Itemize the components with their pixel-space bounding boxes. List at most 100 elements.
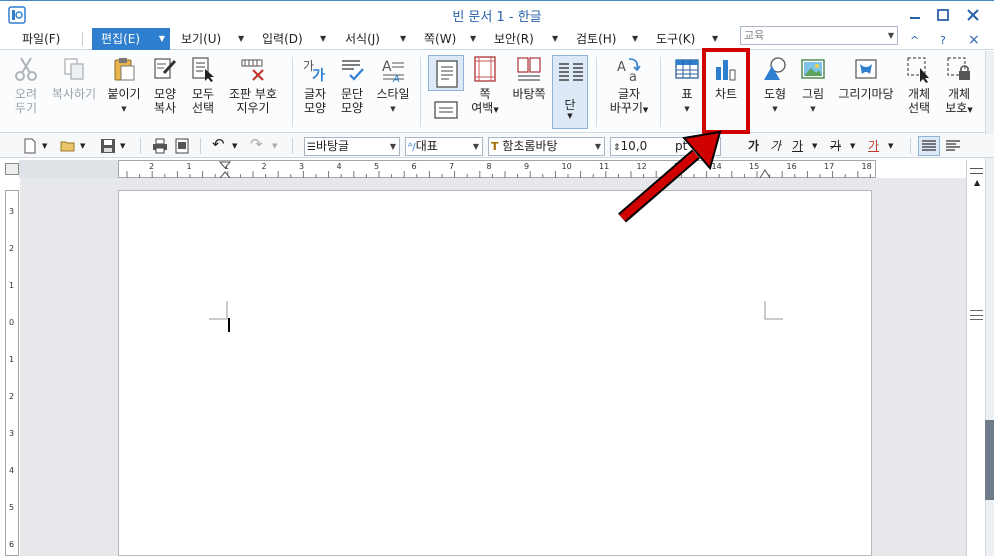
- ribbon-collapse-icon[interactable]: ^: [910, 34, 919, 47]
- menu-insert[interactable]: 입력(D): [262, 30, 303, 48]
- columns-label: 단: [564, 98, 576, 112]
- close-icon[interactable]: [960, 5, 986, 25]
- clear-codes-button[interactable]: 조판 부호 지우기: [224, 55, 282, 115]
- menu-page-arrow[interactable]: ▼: [470, 30, 476, 48]
- help-icon[interactable]: ?: [940, 34, 946, 47]
- menu-insert-arrow[interactable]: ▼: [320, 30, 326, 48]
- redo-icon[interactable]: ↷: [250, 136, 263, 152]
- minimize-icon[interactable]: [902, 5, 928, 25]
- menu-edit[interactable]: 편집(E): [92, 28, 154, 50]
- horizontal-ruler[interactable]: 21123456789101112131415161718: [118, 160, 876, 179]
- replace-char-button[interactable]: A a 글자 바꾸기▼: [606, 55, 652, 117]
- menu-review-arrow[interactable]: ▼: [632, 30, 638, 48]
- chevron-down-icon[interactable]: ▼: [798, 102, 828, 116]
- columns-button[interactable]: 단 ▼: [552, 55, 588, 129]
- bold-button[interactable]: 가: [748, 138, 759, 154]
- picture-button[interactable]: 그림 ▼: [798, 55, 828, 116]
- chevron-down-icon[interactable]: ▼: [473, 138, 479, 155]
- chevron-down-icon[interactable]: ▼: [232, 138, 237, 154]
- chevron-down-icon[interactable]: ▼: [390, 138, 396, 155]
- underline-button[interactable]: 가: [792, 138, 803, 154]
- align-left-icon[interactable]: [946, 140, 960, 152]
- page-margin-button[interactable]: 쪽 여백▼: [470, 55, 500, 117]
- menu-file[interactable]: 파일(F): [22, 30, 60, 48]
- char-shape-button[interactable]: 가 가 글자 모양: [300, 55, 330, 115]
- clear-codes-label-1: 조판 부호: [229, 87, 277, 101]
- indent-marker-icon[interactable]: [219, 161, 231, 179]
- style-select[interactable]: ☰바탕글 ▼: [304, 137, 400, 156]
- shape-button[interactable]: 도형 ▼: [760, 55, 790, 116]
- para-shape-label-1: 문단: [340, 87, 364, 101]
- menu-tools[interactable]: 도구(K): [656, 30, 695, 48]
- style-button[interactable]: A A 스타일 ▼: [374, 55, 412, 116]
- menu-view[interactable]: 보기(U): [181, 30, 221, 48]
- font-color-button[interactable]: 가: [868, 138, 879, 154]
- side-panel-toggle[interactable]: [985, 420, 994, 500]
- chevron-down-icon[interactable]: ▼: [80, 138, 85, 154]
- drawing-gallery-button[interactable]: 그리기마당: [834, 55, 898, 101]
- chevron-down-icon[interactable]: ▼: [850, 138, 855, 154]
- chevron-down-icon[interactable]: ▼: [120, 138, 125, 154]
- chevron-down-icon[interactable]: ▼: [672, 102, 702, 116]
- chevron-down-icon[interactable]: ▼: [42, 138, 47, 154]
- object-select-label-2: 선택: [907, 101, 931, 115]
- table-button[interactable]: 표 ▼: [672, 55, 702, 116]
- chevron-down-icon[interactable]: ▼: [374, 102, 412, 116]
- format-painter-button[interactable]: 모양 복사: [150, 55, 180, 115]
- doc-close-icon[interactable]: ×: [968, 32, 980, 48]
- ruler-label: 1: [186, 162, 192, 171]
- page-view-toggle[interactable]: [428, 55, 464, 91]
- vertical-ruler[interactable]: 3 2 1 0 1 2 3 4 5 6: [5, 190, 19, 556]
- menu-edit-arrow[interactable]: ▼: [154, 28, 170, 50]
- paste-button[interactable]: 붙이기 ▼: [106, 55, 142, 116]
- new-document-icon[interactable]: [22, 138, 38, 154]
- menu-security[interactable]: 보안(R): [494, 30, 534, 48]
- print-icon[interactable]: [152, 138, 168, 154]
- landscape-view-toggle[interactable]: [428, 95, 464, 125]
- strikethrough-button[interactable]: 가: [830, 138, 841, 154]
- scroll-thumb[interactable]: [970, 310, 983, 320]
- menu-view-arrow[interactable]: ▼: [238, 30, 244, 48]
- chevron-down-icon[interactable]: ▼: [888, 138, 893, 154]
- menu-security-arrow[interactable]: ▼: [552, 30, 558, 48]
- maximize-icon[interactable]: [930, 5, 956, 25]
- ribbon-separator: [660, 57, 661, 127]
- menu-tools-arrow[interactable]: ▼: [712, 30, 718, 48]
- copy-button[interactable]: 복사하기: [48, 55, 100, 101]
- chevron-down-icon[interactable]: ▼: [888, 27, 894, 44]
- document-page[interactable]: [118, 190, 872, 556]
- object-select-button[interactable]: 개체 선택: [904, 55, 934, 115]
- chevron-down-icon[interactable]: ▼: [106, 102, 142, 116]
- undo-icon[interactable]: ↶: [212, 136, 225, 152]
- vertical-scrollbar[interactable]: ▲: [966, 160, 985, 556]
- paste-icon: [114, 58, 135, 81]
- justify-button[interactable]: [918, 136, 940, 156]
- font-select[interactable]: T 함초롬바탕 ▼: [488, 137, 605, 156]
- open-folder-icon[interactable]: [60, 138, 76, 154]
- language-icon: ᴬ/: [408, 142, 416, 153]
- scroll-up-button[interactable]: [970, 168, 983, 174]
- menu-format[interactable]: 서식(J): [345, 30, 380, 48]
- chevron-down-icon[interactable]: ▼: [812, 138, 817, 154]
- search-input[interactable]: 교육 ▼: [740, 26, 898, 45]
- ruler-corner-button[interactable]: [5, 163, 19, 175]
- chevron-down-icon[interactable]: ▼: [272, 138, 277, 154]
- chevron-down-icon[interactable]: ▼: [760, 102, 790, 116]
- object-protect-button[interactable]: 개체 보호▼: [942, 55, 976, 117]
- menu-review[interactable]: 검토(H): [576, 30, 616, 48]
- language-select[interactable]: ᴬ/대표 ▼: [405, 137, 483, 156]
- copy-label: 복사하기: [51, 87, 97, 101]
- select-all-button[interactable]: 모두 선택: [188, 55, 218, 115]
- chevron-down-icon[interactable]: ▼: [553, 112, 587, 120]
- table-icon: [675, 59, 699, 79]
- print-preview-icon[interactable]: [174, 138, 190, 154]
- menu-format-arrow[interactable]: ▼: [400, 30, 406, 48]
- save-icon[interactable]: [100, 138, 116, 154]
- menu-page[interactable]: 쪽(W): [424, 30, 456, 48]
- scroll-up-arrow-icon[interactable]: ▲: [974, 178, 980, 187]
- master-page-button[interactable]: 바탕쪽: [508, 55, 550, 101]
- ribbon-separator: [596, 57, 597, 127]
- para-shape-button[interactable]: 문단 모양: [337, 55, 367, 115]
- italic-button[interactable]: 가: [770, 138, 781, 154]
- cut-button[interactable]: 오려 두기: [10, 55, 42, 115]
